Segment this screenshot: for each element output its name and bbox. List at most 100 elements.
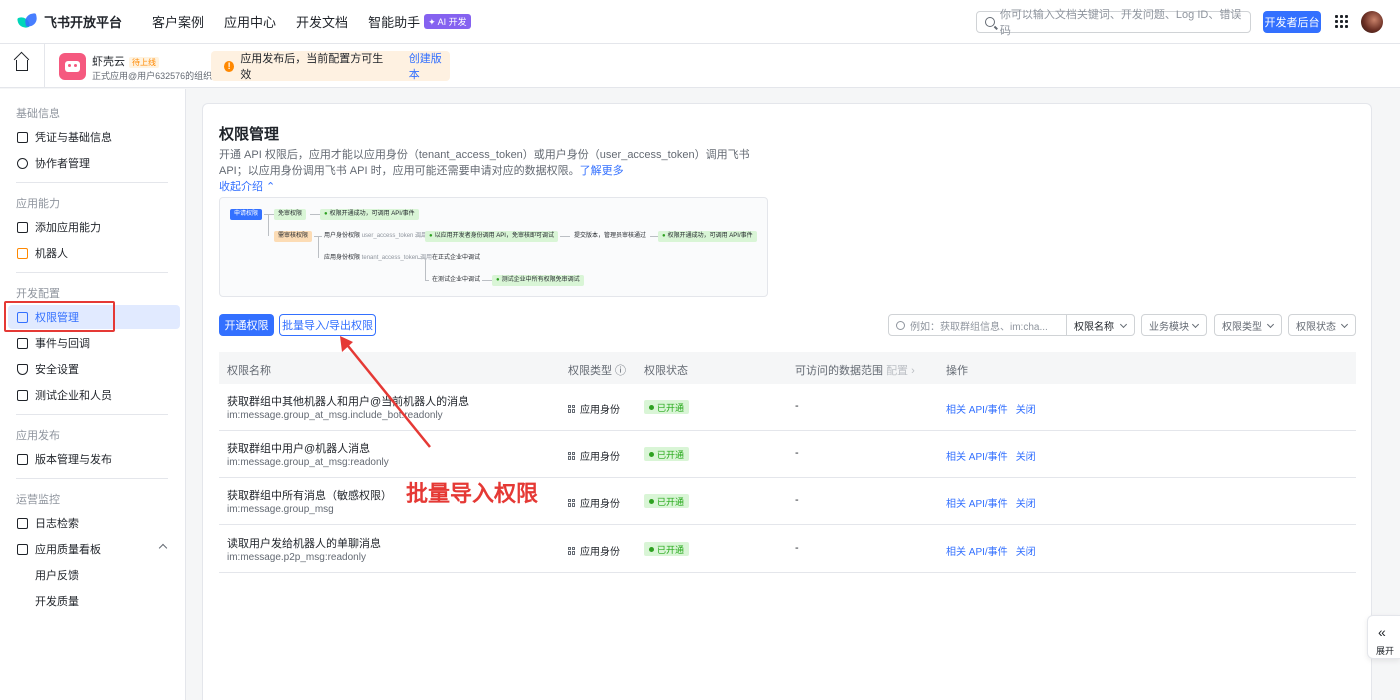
add-blocks-icon	[17, 221, 28, 233]
filter-module-select[interactable]: 业务模块	[1141, 314, 1207, 336]
sidebar-item-feedback[interactable]: 用户反馈	[8, 563, 180, 587]
chevron-up-icon[interactable]	[158, 543, 168, 553]
filter-status-select[interactable]: 权限状态	[1288, 314, 1356, 336]
search-icon	[896, 320, 905, 330]
highlight-box	[4, 301, 115, 332]
row-actions: 相关 API/事件 关闭	[946, 401, 1036, 416]
user-icon	[17, 157, 28, 169]
top-navbar: 飞书开放平台 客户案例 应用中心 开发文档 智能助手 ✦ AI 开发 你可以输入文…	[0, 0, 1400, 44]
sidebar-item-test-tenants[interactable]: 测试企业和人员	[8, 383, 180, 407]
sidebar-item-security[interactable]: 安全设置	[8, 357, 180, 381]
open-permission-button[interactable]: 开通权限	[219, 314, 274, 336]
nav-dev-docs[interactable]: 开发文档	[296, 12, 348, 31]
notice-text: 应用发布后，当前配置方可生效	[240, 53, 384, 81]
permission-type: 应用身份	[568, 448, 620, 463]
divider	[16, 478, 168, 479]
ai-badge: ✦ AI 开发	[424, 14, 471, 29]
intro-body: 开通 API 权限后，应用才能以应用身份（tenant_access_token…	[219, 149, 750, 177]
col-status: 权限状态	[644, 365, 688, 377]
sidebar-item-log-search[interactable]: 日志检索	[8, 511, 180, 535]
sidebar-item-credentials[interactable]: 凭证与基础信息	[8, 125, 180, 149]
permission-type-text: 应用身份	[580, 452, 620, 463]
col-scope-label: 可访问的数据范围	[795, 365, 883, 377]
col-type[interactable]: 权限类型 ⓘ	[568, 362, 626, 378]
double-chevron-left-icon: «	[1378, 624, 1386, 640]
related-api-link[interactable]: 相关 API/事件	[946, 499, 1008, 510]
col-scope-config[interactable]: 配置 ›	[886, 365, 915, 377]
permission-type: 应用身份	[568, 495, 620, 510]
flow-final-ok: 权限开通成功，可调用 API/事件	[658, 231, 757, 242]
close-permission-link[interactable]: 关闭	[1016, 452, 1036, 463]
permission-type: 应用身份	[568, 401, 620, 416]
flow-connector	[418, 258, 426, 259]
flow-free-ok: 权限开通成功，可调用 API/事件	[320, 209, 419, 220]
divider	[16, 272, 168, 273]
sidebar-item-label: 应用质量看板	[35, 544, 101, 556]
permission-scope: -	[795, 494, 799, 506]
learn-more-link[interactable]: 了解更多	[580, 165, 624, 177]
related-api-link[interactable]: 相关 API/事件	[946, 405, 1008, 416]
filter-name-select[interactable]: 权限名称	[1067, 314, 1135, 336]
apps-grid-icon[interactable]	[1335, 15, 1348, 28]
related-api-link[interactable]: 相关 API/事件	[946, 452, 1008, 463]
sidebar-item-versions[interactable]: 版本管理与发布	[8, 447, 180, 471]
expand-label: 展开	[1376, 646, 1395, 656]
nav-customer-cases[interactable]: 客户案例	[152, 12, 204, 31]
nav-app-center[interactable]: 应用中心	[224, 12, 276, 31]
chevron-down-icon	[1340, 320, 1349, 329]
top-search-input[interactable]: 你可以输入文档关键词、开发问题、Log ID、错误码	[976, 9, 1251, 37]
col-scope: 可访问的数据范围 配置 ›	[795, 362, 915, 378]
collapse-intro-link[interactable]: 收起介绍 ⌃	[219, 178, 275, 194]
filter-label: 权限类型	[1222, 321, 1262, 333]
chevron-down-icon	[1191, 320, 1200, 329]
create-version-link[interactable]: 创建版本	[409, 50, 450, 82]
home-icon[interactable]	[16, 60, 28, 71]
app-robot-avatar	[59, 53, 86, 80]
sidebar-item-robot[interactable]: 机器人	[8, 241, 180, 265]
sidebar-item-label: 机器人	[35, 248, 68, 260]
sidebar-section-release: 应用发布	[16, 430, 60, 442]
app-identity-icon	[568, 404, 576, 413]
filter-label: 权限状态	[1296, 321, 1336, 333]
search-icon	[985, 17, 995, 27]
user-avatar[interactable]	[1361, 11, 1383, 33]
filter-type-select[interactable]: 权限类型	[1214, 314, 1282, 336]
feishu-logo[interactable]: 飞书开放平台	[17, 12, 122, 31]
chevron-down-icon	[1266, 320, 1275, 329]
flow-connector	[425, 258, 426, 281]
expand-panel-button[interactable]: « 展开	[1367, 615, 1400, 659]
row-actions: 相关 API/事件 关闭	[946, 495, 1036, 510]
app-name[interactable]: 虾壳云 待上线	[92, 53, 159, 69]
permission-type: 应用身份	[568, 543, 620, 558]
permission-search-placeholder: 例如：获取群组信息、im:cha...	[910, 321, 1048, 333]
permission-scope: -	[795, 447, 799, 459]
flow-free: 免审权限	[274, 209, 307, 220]
flow-formal: 在正式企业中调试	[432, 255, 481, 261]
sidebar-item-quality-board[interactable]: 应用质量看板	[8, 537, 180, 561]
table-row: 读取用户发给机器人的单聊消息 im:message.p2p_msg:readon…	[219, 526, 1356, 573]
publish-notice: ! 应用发布后，当前配置方可生效 创建版本	[211, 51, 450, 81]
sidebar-section-capability: 应用能力	[16, 198, 60, 210]
annotation-arrow	[340, 336, 431, 448]
sidebar-item-collaborators[interactable]: 协作者管理	[8, 151, 180, 175]
developer-console-button[interactable]: 开发者后台	[1263, 11, 1321, 33]
flow-connector	[650, 236, 658, 237]
flow-test-ok: 测试企业中所有权限免审调试	[492, 275, 584, 286]
flow-user-perm-label: 用户身份权限	[324, 233, 361, 239]
sidebar-item-events[interactable]: 事件与回调	[8, 331, 180, 355]
close-permission-link[interactable]: 关闭	[1016, 547, 1036, 558]
close-permission-link[interactable]: 关闭	[1016, 405, 1036, 416]
sidebar-item-label: 安全设置	[35, 364, 79, 376]
row-actions: 相关 API/事件 关闭	[946, 448, 1036, 463]
nav-assistant[interactable]: 智能助手 ✦ AI 开发	[368, 12, 471, 31]
chevron-down-icon	[1119, 320, 1128, 329]
event-plus-icon	[17, 337, 28, 349]
permission-name: 获取群组中所有消息（敏感权限）	[227, 490, 392, 502]
permission-search-input[interactable]: 例如：获取群组信息、im:cha...	[888, 314, 1067, 336]
close-permission-link[interactable]: 关闭	[1016, 499, 1036, 510]
sidebar-item-add-capability[interactable]: 添加应用能力	[8, 215, 180, 239]
sidebar-item-dev-quality[interactable]: 开发质量	[8, 589, 180, 613]
intro-text: 开通 API 权限后，应用才能以应用身份（tenant_access_token…	[219, 147, 779, 179]
related-api-link[interactable]: 相关 API/事件	[946, 547, 1008, 558]
flow-user-ok: 以应用开发者身份调用 API，免审核即可调试	[425, 231, 558, 242]
